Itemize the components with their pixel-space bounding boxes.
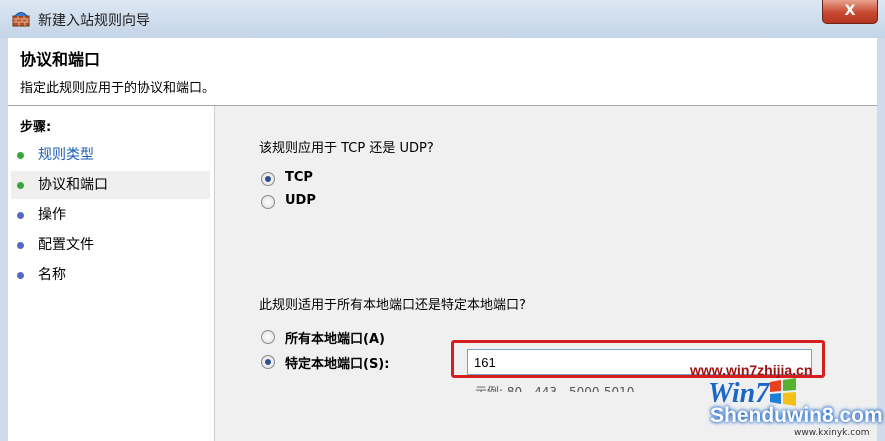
step-rule-type[interactable]: 规则类型: [11, 141, 210, 169]
radio-unchecked-icon[interactable]: [261, 330, 275, 344]
firewall-wizard-icon: [12, 12, 30, 27]
protocol-question: 该规则应用于 TCP 还是 UDP?: [259, 141, 434, 156]
radio-unchecked-icon[interactable]: [261, 195, 275, 209]
step-label: 操作: [38, 207, 66, 223]
step-label: 协议和端口: [38, 177, 108, 193]
step-label: 规则类型: [38, 147, 94, 163]
radio-label: 特定本地端口(S):: [285, 357, 390, 372]
step-current-bullet-icon: [17, 182, 24, 189]
close-button[interactable]: X: [822, 0, 878, 24]
watermark-url: www.win7zhijia.cn: [690, 362, 813, 378]
watermark-brand: Shenduwin8.com: [710, 404, 883, 427]
step-label: 配置文件: [38, 237, 94, 253]
step-pending-bullet-icon: [17, 242, 24, 249]
port-question: 此规则适用于所有本地端口还是特定本地端口?: [259, 298, 526, 313]
step-label: 名称: [38, 267, 66, 283]
steps-title: 步骤:: [20, 120, 52, 135]
wizard-header: 协议和端口 指定此规则应用于的协议和端口。: [8, 38, 877, 106]
radio-checked-icon[interactable]: [261, 355, 275, 369]
radio-label: 所有本地端口(A): [285, 332, 385, 347]
windows-flag-icon: [770, 378, 796, 406]
step-pending-bullet-icon: [17, 212, 24, 219]
title-bar: 新建入站规则向导 X: [0, 0, 885, 38]
step-profile: 配置文件: [11, 231, 210, 259]
step-done-bullet-icon: [17, 152, 24, 159]
radio-label: UDP: [285, 193, 316, 208]
step-pending-bullet-icon: [17, 272, 24, 279]
watermark-sub-url: www.kxinyk.com: [794, 428, 870, 438]
steps-sidebar: 步骤: 规则类型 协议和端口 操作 配置文件 名称: [8, 106, 215, 441]
step-action: 操作: [11, 201, 210, 229]
radio-label: TCP: [285, 170, 313, 185]
step-name: 名称: [11, 261, 210, 289]
radio-checked-icon[interactable]: [261, 172, 275, 186]
step-protocol-port[interactable]: 协议和端口: [11, 171, 210, 199]
page-title: 协议和端口: [20, 50, 101, 69]
page-description: 指定此规则应用于的协议和端口。: [20, 81, 216, 96]
window-title: 新建入站规则向导: [38, 13, 150, 29]
port-example-text: 示例: 80、443、5000-5010: [475, 385, 635, 392]
